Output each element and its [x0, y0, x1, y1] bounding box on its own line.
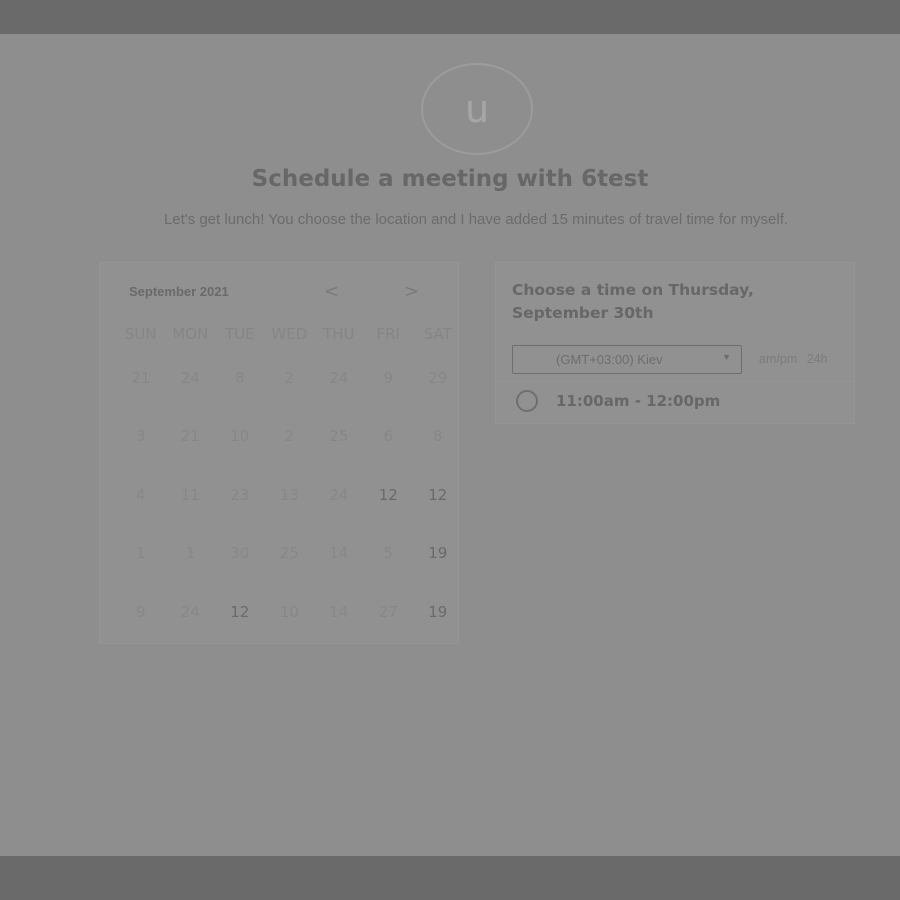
- calendar-day: 4: [135, 486, 146, 504]
- calendar-day-available[interactable]: 19: [413, 603, 463, 621]
- calendar-day: 11: [180, 486, 200, 504]
- calendar-day: 14: [329, 603, 349, 621]
- calendar-day: 9: [383, 369, 394, 387]
- calendar-day: 24: [180, 369, 200, 387]
- event-description: Let's get lunch! You choose the location…: [163, 211, 789, 228]
- calendar-day: 8: [234, 369, 245, 387]
- weekday-label: SUN: [124, 325, 157, 343]
- weekday-label: WED: [271, 325, 308, 343]
- calendar-day: 14: [329, 544, 349, 562]
- format-24h-option[interactable]: 24h: [807, 352, 828, 366]
- host-avatar: u: [421, 63, 533, 155]
- time-format-toggle: am/pm 24h: [759, 352, 834, 366]
- calendar-day: 21: [131, 369, 151, 387]
- calendar-day: 3: [135, 427, 146, 445]
- date-picker-calendar: September 2021 < > SUN MON TUE WED THU FRI SAT…: [99, 262, 459, 644]
- top-bar: [0, 0, 900, 34]
- calendar-week-row: 4 11 23 13 24 12 12: [116, 486, 463, 504]
- calendar-week-row: 1 1 30 25 14 5 19: [116, 544, 463, 562]
- previous-month-button[interactable]: <: [324, 283, 339, 301]
- calendar-day: 1: [185, 544, 196, 562]
- calendar-day: 24: [329, 369, 349, 387]
- calendar-week-row: 9 24 12 10 14 27 19: [116, 603, 463, 621]
- calendar-week-row: 3 21 10 2 25 6 8: [116, 427, 463, 445]
- radio-button[interactable]: [516, 390, 538, 412]
- calendar-day: 1: [135, 544, 146, 562]
- calendar-day-available[interactable]: 12: [215, 603, 265, 621]
- weekday-label: SAT: [423, 325, 452, 343]
- bottom-bar: [0, 856, 900, 900]
- calendar-day: 21: [180, 427, 200, 445]
- calendar-day-available[interactable]: 19: [413, 544, 463, 562]
- timezone-value: (GMT+03:00) Kiev: [556, 352, 663, 367]
- calendar-day: 25: [279, 544, 299, 562]
- calendar-day: 27: [378, 603, 398, 621]
- calendar-day: 29: [428, 369, 448, 387]
- time-slot-label: 11:00am - 12:00pm: [556, 392, 721, 410]
- time-slot-panel: Choose a time on Thursday, September 30t…: [495, 262, 855, 424]
- calendar-day: 2: [284, 427, 295, 445]
- calendar-day: 6: [383, 427, 394, 445]
- calendar-week-row: 21 24 8 2 24 9 29: [116, 369, 463, 387]
- calendar-day-available[interactable]: 12: [413, 486, 463, 504]
- calendar-day: 24: [180, 603, 200, 621]
- calendar-day: 9: [135, 603, 146, 621]
- weekday-label: FRI: [376, 325, 400, 343]
- next-month-button[interactable]: >: [404, 283, 419, 301]
- calendar-day: 23: [230, 486, 250, 504]
- avatar-initial: u: [464, 87, 490, 131]
- page-title: Schedule a meeting with 6test: [251, 166, 649, 192]
- calendar-month-label: September 2021: [129, 284, 229, 299]
- calendar-day: 30: [230, 544, 250, 562]
- time-slot-option[interactable]: 11:00am - 12:00pm: [516, 390, 720, 412]
- weekday-label: TUE: [224, 325, 255, 343]
- calendar-day: 2: [284, 369, 295, 387]
- calendar-day: 10: [279, 603, 299, 621]
- weekday-header: SUN MON TUE WED THU FRI SAT: [116, 325, 463, 343]
- calendar-day: 13: [279, 486, 299, 504]
- calendar-day: 24: [329, 486, 349, 504]
- weekday-label: THU: [323, 325, 355, 343]
- divider: [496, 381, 854, 382]
- timezone-select[interactable]: (GMT+03:00) Kiev ▼: [512, 345, 742, 374]
- format-ampm-option[interactable]: am/pm: [759, 352, 797, 366]
- calendar-day: 5: [383, 544, 394, 562]
- time-panel-heading: Choose a time on Thursday, September 30t…: [512, 281, 754, 322]
- calendar-day: 10: [230, 427, 250, 445]
- calendar-day: 25: [329, 427, 349, 445]
- chevron-down-icon: ▼: [722, 352, 731, 362]
- weekday-label: MON: [172, 325, 209, 343]
- calendar-day: 8: [432, 427, 443, 445]
- calendar-day-available[interactable]: 12: [364, 486, 414, 504]
